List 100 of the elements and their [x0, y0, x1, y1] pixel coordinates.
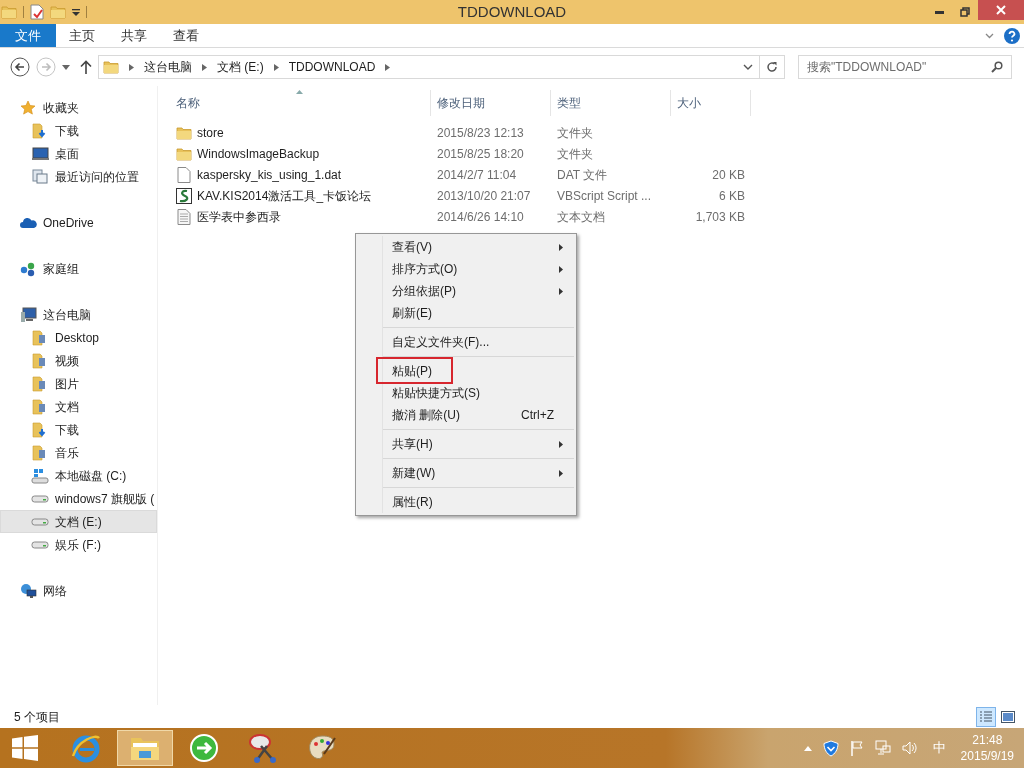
sidebar-item[interactable]: 桌面: [0, 142, 157, 165]
table-cell-text: 2013/10/20 21:07: [436, 187, 532, 205]
column-header[interactable]: 大小: [671, 90, 751, 116]
drive-icon: [31, 517, 49, 526]
file-tab[interactable]: 文件: [0, 24, 56, 47]
sidebar-item[interactable]: Desktop: [0, 326, 157, 349]
table-cell-text: 2015/8/23 12:13: [436, 124, 525, 142]
file-name[interactable]: KAV.KIS2014激活工具_卡饭论坛: [197, 186, 372, 205]
sidebar-label: 音乐: [55, 444, 79, 462]
sidebar-label: 收藏夹: [43, 99, 79, 117]
sidebar-item[interactable]: windows7 旗舰版 (: [0, 487, 157, 510]
submenu-arrow-icon: [559, 243, 563, 251]
download-folder-icon: [32, 421, 48, 438]
chevron-down-icon[interactable]: [985, 32, 994, 39]
menu-item[interactable]: 撤消 删除(U) Ctrl+Z: [383, 404, 574, 426]
menu-item-label: 刷新(E): [392, 305, 432, 322]
breadcrumb-arrow-icon: [385, 63, 391, 71]
sidebar-label: Desktop: [55, 329, 100, 347]
item-count: 5 个项目: [14, 708, 60, 726]
sidebar-item[interactable]: 音乐: [0, 441, 157, 464]
search-field[interactable]: 搜索"TDDOWNLOAD": [798, 55, 1012, 79]
sidebar-item[interactable]: 家庭组: [0, 257, 157, 280]
ribbon-tab[interactable]: 共享: [108, 24, 160, 47]
file-name[interactable]: kaspersky_kis_using_1.dat: [197, 165, 342, 184]
sidebar-label: 这台电脑: [43, 306, 91, 324]
script-icon: [176, 187, 192, 204]
recent-locations-icon[interactable]: [62, 64, 70, 70]
menu-item[interactable]: 排序方式(O): [383, 258, 574, 280]
file-name[interactable]: WindowsImageBackup: [197, 144, 320, 163]
menu-item[interactable]: 新建(W): [383, 462, 574, 484]
sidebar-label: 文档: [55, 398, 79, 416]
sidebar-label: 网络: [43, 582, 67, 600]
breadcrumb-item[interactable]: 文档 (E:): [217, 58, 264, 76]
shield-icon[interactable]: [822, 739, 839, 757]
close-button[interactable]: [978, 0, 1024, 20]
new-folder-icon: [50, 5, 66, 19]
properties-icon[interactable]: [30, 4, 44, 20]
menu-item-label: 分组依据(P): [392, 283, 456, 300]
menu-item[interactable]: 刷新(E): [383, 302, 574, 324]
sidebar-item[interactable]: 这台电脑: [0, 303, 157, 326]
sidebar-item[interactable]: 收藏夹: [0, 96, 157, 119]
search-input[interactable]: 搜索"TDDOWNLOAD": [807, 58, 991, 76]
arrow-circle-app-icon: [189, 733, 219, 763]
sidebar-item[interactable]: 文档 (E:): [0, 510, 157, 533]
menu-item-label: 新建(W): [392, 465, 436, 482]
speaker-icon[interactable]: [901, 741, 918, 755]
sidebar-item[interactable]: 图片: [0, 372, 157, 395]
sidebar-label: windows7 旗舰版 (: [55, 490, 155, 508]
breadcrumb-arrow-icon: [202, 63, 207, 71]
menu-item[interactable]: 共享(H): [383, 433, 574, 455]
menu-item[interactable]: 查看(V): [383, 236, 574, 258]
breadcrumb-item[interactable]: 这台电脑: [144, 58, 192, 76]
chevron-down-icon[interactable]: [743, 63, 753, 71]
sidebar-item[interactable]: OneDrive: [0, 211, 157, 234]
sidebar-item[interactable]: 下载: [0, 418, 157, 441]
back-button-icon[interactable]: [10, 57, 30, 77]
sidebar-item[interactable]: 网络: [0, 579, 157, 602]
sidebar-item[interactable]: 最近访问的位置: [0, 165, 157, 188]
scissors-icon: [247, 732, 279, 764]
menu-item[interactable]: 粘贴(P): [383, 360, 574, 382]
sidebar-item[interactable]: 视频: [0, 349, 157, 372]
ribbon-tab[interactable]: 主页: [56, 24, 108, 47]
dropdown-icon[interactable]: [72, 8, 80, 16]
sidebar-label: OneDrive: [43, 214, 94, 232]
ribbon-tab[interactable]: 查看: [160, 24, 212, 47]
library-folder-icon: [32, 329, 48, 346]
up-arrow-icon[interactable]: [80, 60, 92, 74]
sidebar-label: 文档 (E:): [55, 513, 102, 531]
menu-item[interactable]: 粘贴快捷方式(S): [383, 382, 574, 404]
column-header[interactable]: 类型: [551, 90, 671, 116]
table-cell-text: 文本文档: [556, 208, 606, 226]
sidebar-item[interactable]: 下载: [0, 119, 157, 142]
sidebar-label: 最近访问的位置: [55, 168, 139, 186]
menu-item[interactable]: 自定义文件夹(F)...: [383, 331, 574, 353]
sidebar-item[interactable]: 娱乐 (F:): [0, 533, 157, 556]
table-cell: 1,703 KB: [695, 209, 745, 224]
help-icon[interactable]: [1004, 27, 1020, 44]
menu-item[interactable]: 属性(R): [383, 491, 574, 513]
sidebar-label: 下载: [55, 421, 79, 439]
menu-item[interactable]: 分组依据(P): [383, 280, 574, 302]
submenu-arrow-icon: [559, 287, 563, 295]
sidebar-label: 视频: [55, 352, 79, 370]
details-view-icon: [979, 710, 993, 723]
sidebar-item[interactable]: 文档: [0, 395, 157, 418]
file-name[interactable]: store: [197, 123, 224, 142]
table-cell-text: 文件夹: [556, 124, 594, 142]
sidebar-label: 家庭组: [43, 260, 79, 278]
clock-time: 21:48: [972, 732, 1003, 748]
breadcrumb-item[interactable]: TDDOWNLOAD: [288, 58, 376, 76]
cloud-icon: [19, 216, 37, 229]
file-name[interactable]: 医学表中参西录: [197, 207, 281, 226]
sidebar-item[interactable]: 本地磁盘 (C:): [0, 464, 157, 487]
address-field[interactable]: 这台电脑 文档 (E:) TDDOWNLOAD: [98, 55, 760, 79]
column-header[interactable]: 修改日期: [431, 90, 551, 116]
breadcrumb-arrow-icon: [273, 63, 279, 71]
refresh-button[interactable]: [759, 55, 785, 79]
library-folder-icon: [32, 398, 48, 415]
submenu-arrow-icon: [559, 440, 563, 448]
show-hidden-icons-icon[interactable]: [803, 745, 812, 751]
star-icon: [20, 99, 36, 116]
